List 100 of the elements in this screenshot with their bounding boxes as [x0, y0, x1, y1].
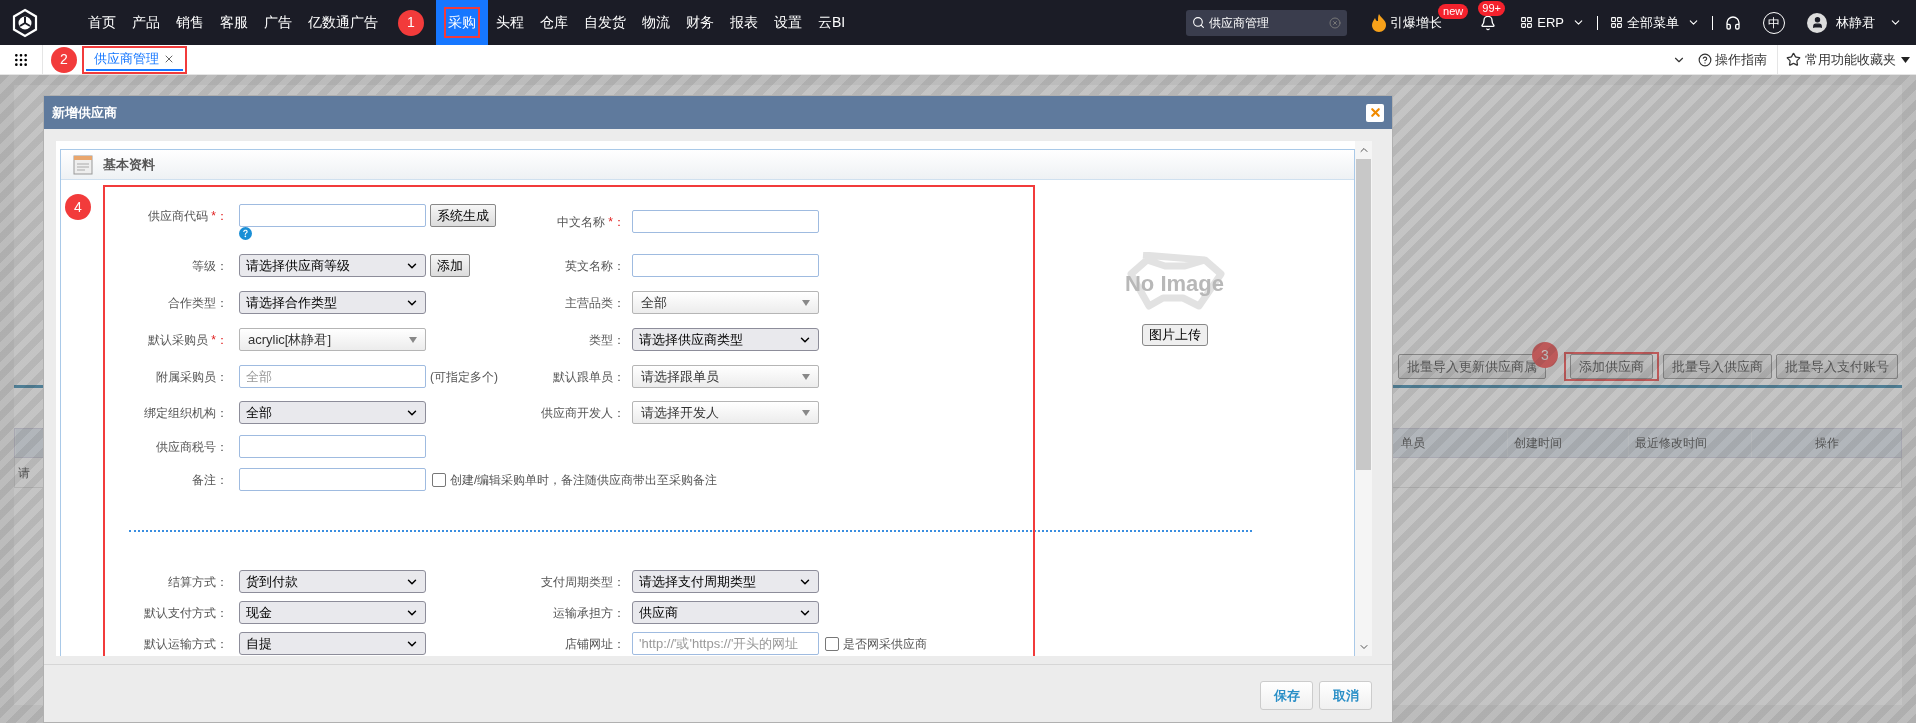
caret-icon [802, 409, 810, 416]
avatar-icon[interactable] [1807, 12, 1827, 33]
select-field[interactable]: 自提 [239, 632, 426, 655]
column-header: 单员 [1401, 435, 1425, 452]
upload-button[interactable]: 图片上传 [1141, 324, 1208, 346]
checkbox[interactable] [825, 636, 839, 651]
nav-item[interactable]: 自发货 [576, 0, 634, 45]
menu-icon [1610, 16, 1623, 29]
section-title: 基本资料 [103, 155, 155, 174]
checkbox[interactable] [432, 472, 446, 487]
text-field[interactable] [239, 468, 426, 491]
grid-icon [1520, 16, 1534, 29]
caret-icon [409, 336, 417, 343]
select-field[interactable]: 全部 [239, 401, 426, 424]
column-header: 创建时间 [1514, 435, 1562, 452]
select-field[interactable]: 请选择支付周期类型 [632, 570, 819, 593]
combo-field[interactable]: 请选择跟单员 [632, 365, 819, 388]
nav-item[interactable]: 销售 [168, 0, 212, 45]
field-note: (可指定多个) [430, 368, 498, 386]
field-label: 供应商开发人： [540, 404, 625, 422]
nav-item[interactable]: 广告 [256, 0, 300, 45]
toolbar-button[interactable]: 添加供应商 [1570, 354, 1653, 379]
caret-icon [1901, 56, 1910, 63]
field-label: 等级： [191, 257, 228, 275]
text-field[interactable] [632, 254, 819, 277]
column-header: 最近修改时间 [1635, 435, 1707, 452]
field-label: 默认支付方式： [143, 604, 228, 622]
field-label: 备注： [191, 471, 228, 489]
erp-menu[interactable]: ERP [1520, 12, 1585, 33]
field-label: 英文名称： [564, 257, 625, 275]
dialog-title: 新增供应商 [52, 103, 117, 122]
checkbox-label: 创建/编辑采购单时，备注随供应商带出至采购备注 [450, 471, 718, 489]
toolbar-button[interactable]: 批量导入支付账号 [1776, 354, 1898, 379]
table-cell-text: 请 [18, 464, 30, 482]
select-field[interactable]: 请选择合作类型 [239, 291, 426, 314]
nav-item[interactable]: 仓库 [532, 0, 576, 45]
nav-item[interactable]: 设置 [766, 0, 810, 45]
field-label: 中文名称 *： [556, 213, 625, 231]
select-field[interactable]: 现金 [239, 601, 426, 624]
annotation-badge: 2 [51, 46, 77, 73]
nav-item[interactable]: 产品 [124, 0, 168, 45]
caret-icon [802, 299, 810, 306]
text-field[interactable]: 全部 [239, 365, 426, 388]
apps-icon[interactable] [13, 51, 29, 68]
nav-item[interactable]: 报表 [722, 0, 766, 45]
all-menu[interactable]: 全部菜单 [1610, 12, 1700, 33]
checkbox-label: 是否网采供应商 [843, 635, 927, 653]
field-label: 结算方式： [167, 573, 228, 591]
document-icon [73, 154, 93, 175]
star-icon [1786, 52, 1801, 67]
field-label: 店铺网址： [564, 635, 625, 653]
headset-icon[interactable] [1725, 14, 1741, 31]
nav-item[interactable]: 首页 [80, 0, 124, 45]
field-label: 绑定组织机构： [143, 404, 228, 422]
combo-field[interactable]: acrylic[林静君] [239, 328, 426, 351]
text-field[interactable] [239, 204, 426, 227]
caret-icon [802, 373, 810, 380]
annotation-badge: 4 [65, 194, 91, 220]
nav-item[interactable]: 客服 [212, 0, 256, 45]
field-label: 默认采购员 *： [147, 331, 228, 349]
close-button[interactable] [1366, 103, 1384, 122]
nav-item[interactable]: 亿数通广告 [300, 0, 386, 45]
nav-item[interactable]: 物流 [634, 0, 678, 45]
combo-field[interactable]: 请选择开发人 [632, 401, 819, 424]
search-icon [1192, 16, 1206, 29]
action-button[interactable]: 添加 [430, 254, 470, 277]
field-label: 合作类型： [167, 294, 228, 312]
no-image-text: No Image [1125, 269, 1224, 298]
text-field[interactable] [239, 435, 426, 458]
logo-icon [10, 7, 40, 38]
toolbar-button[interactable]: 批量导入供应商 [1663, 354, 1772, 379]
field-label: 供应商代码 *： [147, 207, 228, 225]
column-header: 操作 [1814, 435, 1839, 452]
bell-icon[interactable] [1480, 14, 1497, 31]
select-field[interactable]: 供应商 [632, 601, 819, 624]
user-name[interactable]: 林静君 [1836, 12, 1875, 33]
combo-field[interactable]: 全部 [632, 291, 819, 314]
clear-icon [1329, 16, 1342, 29]
nav-item[interactable]: 财务 [678, 0, 722, 45]
select-field[interactable]: 请选择供应商类型 [632, 328, 819, 351]
field-label: 供应商税号： [155, 438, 228, 456]
select-field[interactable]: 请选择供应商等级 [239, 254, 426, 277]
guide-link[interactable]: 操作指南 [1698, 49, 1767, 70]
text-field[interactable]: 'http://'或'https://'开头的网址 [632, 632, 819, 655]
favorites-menu[interactable]: 常用功能收藏夹 [1786, 49, 1910, 70]
field-label: 默认运输方式： [143, 635, 228, 653]
nav-item[interactable]: 头程 [488, 0, 532, 45]
search-field[interactable]: 供应商管理 [1186, 9, 1348, 36]
field-label: 附属采购员： [155, 368, 228, 386]
scrollbar[interactable] [1355, 141, 1372, 656]
nav-item[interactable]: 采购 [436, 0, 488, 45]
field-label: 支付周期类型： [540, 573, 625, 591]
select-field[interactable]: 货到付款 [239, 570, 426, 593]
nav-item[interactable]: 云BI [810, 0, 854, 45]
action-button[interactable]: 系统生成 [430, 204, 496, 227]
field-label: 主营品类： [564, 294, 625, 312]
help-icon[interactable] [239, 227, 252, 240]
field-label: 默认跟单员： [552, 368, 625, 386]
text-field[interactable] [632, 210, 819, 233]
new-badge: new [1438, 4, 1469, 19]
